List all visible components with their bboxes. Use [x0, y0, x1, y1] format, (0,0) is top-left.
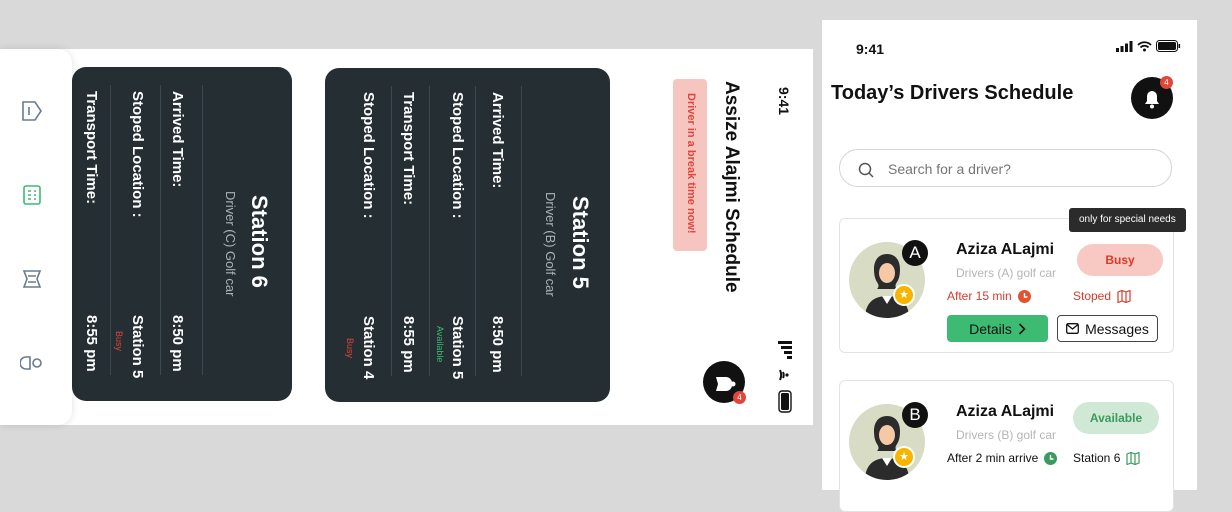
- status-busy-text: Busy: [114, 331, 124, 352]
- page-title: Today’s Drivers Schedule: [831, 82, 1074, 104]
- status-available-badge: Available: [1073, 402, 1159, 434]
- map-icon: [1117, 289, 1131, 303]
- status-icons: [778, 341, 792, 413]
- arrived-time-label: Arrived Time:: [169, 91, 186, 188]
- status-icons: [1116, 40, 1181, 52]
- messages-button[interactable]: Messages: [1057, 315, 1158, 342]
- arrived-time-label: Arrived Time:: [489, 92, 506, 189]
- stoped-location-label-2: Stoped Location :: [360, 92, 377, 219]
- battery-icon: [778, 390, 792, 413]
- search-icon: [858, 162, 874, 178]
- eta: After 15 min: [947, 289, 1031, 303]
- messages-label: Messages: [1085, 320, 1149, 337]
- driver-name: Aziza ALajmi: [956, 403, 1055, 420]
- notification-bell-button[interactable]: 4: [703, 361, 746, 404]
- chevron-right-icon: [1018, 322, 1026, 335]
- driver-card-b[interactable]: ★ B Aziza ALajmi Drivers (B) golf car Av…: [839, 380, 1174, 512]
- driver-vehicle: Drivers (B) golf car: [956, 428, 1057, 442]
- clock-icon: [1017, 289, 1031, 303]
- eta-text: After 15 min: [947, 289, 1012, 303]
- map-icon: [1126, 451, 1140, 465]
- special-needs-tooltip: only for special needs: [1069, 208, 1186, 232]
- status-busy-text: Busy: [345, 338, 355, 359]
- status-available-text: Available: [435, 326, 445, 363]
- card-driver-label: Driver (B) Golf car: [543, 192, 558, 297]
- location: Station 6: [1073, 451, 1140, 465]
- driver-letter-badge: B: [902, 402, 928, 428]
- page-title: Assize Alajmi Schedule: [721, 81, 742, 293]
- driver-card-station-5[interactable]: Station 5 Driver (B) Golf car Arrived Ti…: [325, 68, 610, 402]
- side-navigation: [0, 49, 72, 425]
- stoped-location-label: Stoped Location :: [449, 92, 466, 219]
- driver-vehicle: Drivers (A) golf car: [956, 266, 1057, 280]
- details-button[interactable]: Details: [947, 315, 1048, 342]
- driver-tag-icon[interactable]: [20, 99, 44, 123]
- driver-card-station-6[interactable]: Station 6 Driver (C) Golf car Arrived Ti…: [72, 67, 292, 401]
- ticket-icon[interactable]: [20, 267, 44, 291]
- drivers-schedule-screen: 9:41 Today’s Drivers Schedule 4 ★ A Aziz…: [822, 20, 1197, 512]
- star-badge-icon: ★: [893, 446, 915, 468]
- search-input[interactable]: [886, 158, 1160, 180]
- status-bar-time: 9:41: [856, 41, 885, 57]
- card-station-title: Station 5: [568, 196, 593, 289]
- star-badge-icon: ★: [893, 284, 915, 306]
- transport-time-value: 8:55 pm: [83, 315, 100, 372]
- rotated-driver-schedule-screen: Station 6 Driver (C) Golf car Arrived Ti…: [0, 49, 813, 425]
- transport-time-label: Transport Time:: [400, 92, 417, 206]
- clock-icon: [1044, 451, 1058, 465]
- stoped-location-value: Station 5: [129, 315, 146, 379]
- signal-icon: [1116, 40, 1133, 52]
- stoped-location-value-2: Station 4: [360, 316, 377, 380]
- battery-icon: [1156, 40, 1181, 52]
- notification-count-badge: 4: [733, 391, 746, 404]
- status-bar-time: 9:41: [776, 87, 792, 116]
- transport-time-value: 8:55 pm: [400, 316, 417, 373]
- arrived-time-value: 8:50 pm: [489, 316, 506, 373]
- notification-bell-button[interactable]: 4: [1131, 76, 1173, 119]
- status-busy-badge: Busy: [1077, 244, 1163, 276]
- search-box[interactable]: [839, 149, 1172, 187]
- break-banner-text: Driver in a break time now!: [685, 93, 697, 234]
- arrived-time-value: 8:50 pm: [169, 315, 186, 372]
- location-text: Stoped: [1073, 289, 1112, 303]
- driver-card-a[interactable]: ★ A Aziza ALajmi Drivers (A) golf car Bu…: [839, 218, 1174, 353]
- eta: After 2 min arrive: [947, 451, 1058, 465]
- toggle-icon[interactable]: [20, 351, 44, 375]
- eta-text: After 2 min arrive: [947, 451, 1039, 465]
- wifi-icon: [779, 369, 789, 381]
- location: Stoped: [1073, 289, 1131, 303]
- stoped-location-label: Stoped Location :: [129, 91, 146, 218]
- driver-letter-badge: A: [902, 240, 928, 266]
- transport-time-label: Transport Time:: [83, 91, 100, 205]
- schedule-icon[interactable]: [20, 183, 44, 207]
- card-driver-label: Driver (C) Golf car: [223, 191, 238, 297]
- location-text: Station 6: [1073, 451, 1121, 465]
- break-banner: Driver in a break time now!: [673, 79, 707, 251]
- mail-icon: [1066, 323, 1080, 334]
- card-station-title: Station 6: [247, 195, 272, 288]
- driver-name: Aziza ALajmi: [956, 241, 1055, 258]
- details-label: Details: [969, 320, 1012, 337]
- notification-count-badge: 4: [1160, 76, 1173, 89]
- stoped-location-value: Station 5: [449, 316, 466, 380]
- wifi-icon: [1137, 40, 1152, 51]
- signal-icon: [778, 341, 792, 359]
